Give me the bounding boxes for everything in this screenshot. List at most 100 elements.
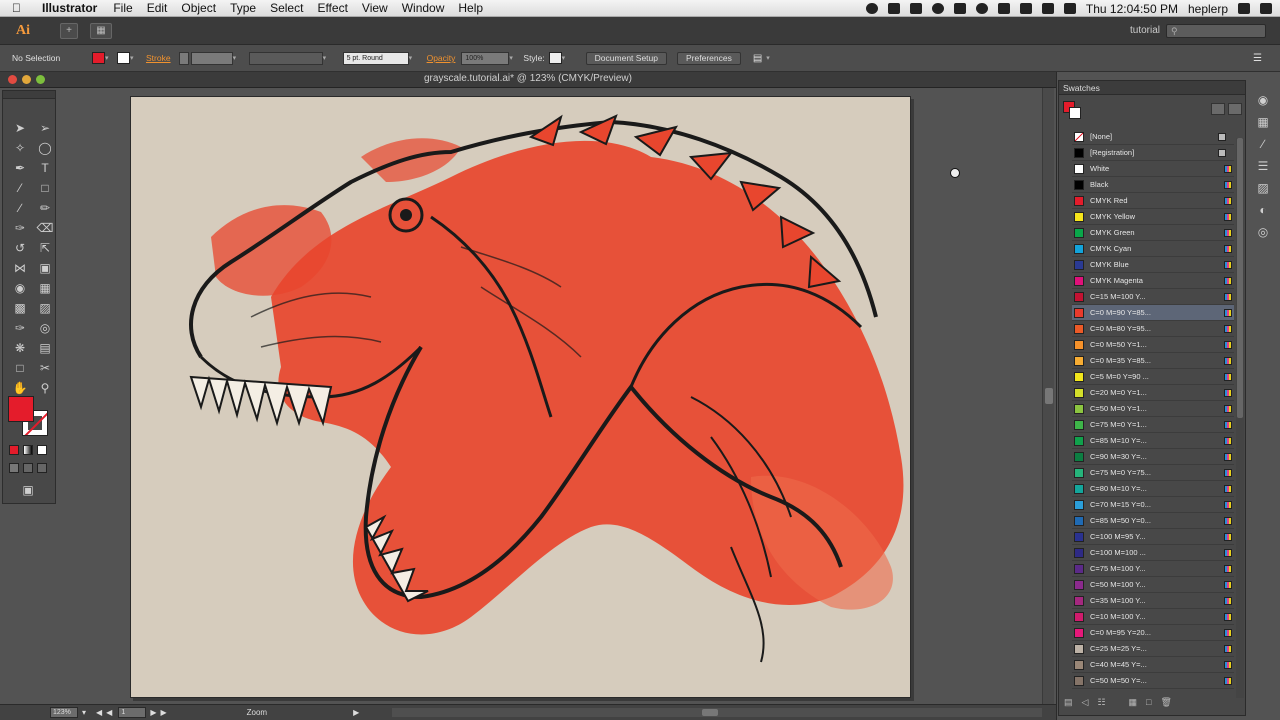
swatch-row[interactable]: C=35 M=100 Y... [1072,593,1234,609]
draw-normal-icon[interactable] [9,463,19,473]
user-name[interactable]: heplerp [1188,2,1228,16]
swatch-row[interactable]: C=100 M=100 ... [1072,545,1234,561]
artboard-number-field[interactable]: 1 [118,707,147,718]
battery-icon[interactable] [1063,3,1076,14]
lasso-tool-icon[interactable]: ◯ [34,139,56,158]
swatch-row[interactable]: C=50 M=100 Y... [1072,577,1234,593]
last-artboard-icon[interactable]: ▶ [160,708,166,717]
fill-dropdown-icon[interactable]: ▾ [105,54,113,62]
swatches-scrollbar[interactable] [1236,138,1244,698]
stroke-dropdown-icon[interactable]: ▾ [130,54,138,62]
list-view-button[interactable] [1211,103,1225,115]
zoom-level-field[interactable]: 123% [50,707,78,718]
fill-color-swatch[interactable] [92,52,105,64]
zoom-dropdown-icon[interactable]: ▾ [82,708,86,717]
scale-tool-icon[interactable]: ⇱ [34,239,56,258]
pen-tool-icon[interactable]: ✒ [9,159,31,178]
mesh-tool-icon[interactable]: ▩ [9,299,31,318]
rectangle-tool-icon[interactable]: □ [34,179,56,198]
color-guide-panel-icon[interactable]: ◎ [1255,224,1271,240]
gradient-mode-button[interactable] [23,445,33,455]
vertical-scroll-thumb[interactable] [1045,388,1053,404]
swatch-row[interactable]: C=0 M=35 Y=85... [1072,353,1234,369]
canvas-vertical-scrollbar[interactable] [1042,88,1054,704]
type-tool-icon[interactable]: T [34,159,56,178]
clock[interactable]: Thu 12:04:50 PM [1086,2,1178,16]
panel-stroke-swatch[interactable] [1069,107,1081,119]
menu-edit[interactable]: Edit [147,1,168,15]
swatch-row[interactable]: C=50 M=0 Y=1... [1072,401,1234,417]
swatch-row[interactable]: CMYK Red [1072,193,1234,209]
preferences-button[interactable]: Preferences [677,51,741,65]
swatch-row[interactable]: C=20 M=0 Y=1... [1072,385,1234,401]
eyedropper-tool-icon[interactable]: ✑ [9,319,31,338]
apple-icon[interactable]:  [12,1,28,15]
draw-inside-icon[interactable] [37,463,47,473]
spotlight-icon[interactable] [1238,3,1250,14]
free-transform-tool-icon[interactable]: ▣ [34,259,56,278]
wifi-icon[interactable] [1019,3,1032,14]
swatch-row[interactable]: Black [1072,177,1234,193]
shape-builder-tool-icon[interactable]: ◉ [9,279,31,298]
transparency-panel-icon[interactable]: ◐ [1255,202,1271,218]
dropbox-icon[interactable] [909,3,922,14]
rotate-tool-icon[interactable]: ↺ [9,239,31,258]
status-menu-icon[interactable]: ▶ [353,708,359,717]
swatch-row[interactable]: CMYK Magenta [1072,273,1234,289]
opacity-dropdown-icon[interactable]: ▾ [509,54,517,62]
swatch-row[interactable]: C=0 M=50 Y=1... [1072,337,1234,353]
blend-tool-icon[interactable]: ◎ [34,319,56,338]
swatch-row[interactable]: C=85 M=10 Y=... [1072,433,1234,449]
canvas-area[interactable] [58,88,1042,704]
stroke-color-swatch[interactable] [117,52,130,64]
display-icon[interactable] [953,3,966,14]
gradient-tool-icon[interactable]: ▨ [34,299,56,318]
volume-icon[interactable] [1041,3,1054,14]
app-menu[interactable]: Illustrator [42,1,97,15]
swatch-row[interactable]: C=80 M=10 Y=... [1072,481,1234,497]
eraser-tool-icon[interactable]: ⌫ [34,219,56,238]
swatch-row[interactable]: C=100 M=95 Y... [1072,529,1234,545]
brushes-panel-icon[interactable]: ∕ [1255,136,1271,152]
next-artboard-icon[interactable]: ▶ [150,708,156,717]
menu-effect[interactable]: Effect [317,1,347,15]
arrange-documents-button[interactable]: ▦ [90,22,112,39]
swatch-row[interactable]: C=40 M=45 Y=... [1072,657,1234,673]
swatch-row[interactable]: C=75 M=100 Y... [1072,561,1234,577]
swatch-row[interactable]: C=50 M=50 Y=... [1072,673,1234,689]
swatch-row[interactable]: C=5 M=0 Y=90 ... [1072,369,1234,385]
new-color-group-icon[interactable]: ▦ [1129,697,1138,708]
perspective-grid-tool-icon[interactable]: ▦ [34,279,56,298]
control-bar-menu-icon[interactable]: ☰ [1253,53,1262,64]
swatch-row[interactable]: C=0 M=95 Y=20... [1072,625,1234,641]
menu-view[interactable]: View [362,1,388,15]
swatch-options-icon[interactable]: ☷ [1097,697,1105,708]
swatch-row[interactable]: C=15 M=100 Y... [1072,289,1234,305]
sync-icon[interactable] [931,3,944,14]
document-setup-button[interactable]: Document Setup [585,51,667,65]
artboard-tool-icon[interactable]: □ [9,359,31,378]
swatch-row[interactable]: C=0 M=90 Y=85... [1072,305,1234,321]
menu-file[interactable]: File [113,1,132,15]
swatch-libraries-icon[interactable]: ▤ [1064,697,1073,708]
delete-swatch-icon[interactable]: 🗑 [1160,697,1171,708]
artboard[interactable] [130,96,911,698]
fill-swatch[interactable] [8,396,34,422]
swatch-row[interactable]: C=25 M=25 Y=... [1072,641,1234,657]
notification-center-icon[interactable] [1260,3,1272,14]
time-machine-icon[interactable] [975,3,988,14]
screen-mode-icon[interactable]: ▣ [17,481,39,500]
menu-help[interactable]: Help [458,1,483,15]
graphic-style-swatch[interactable] [548,52,562,64]
swatch-row[interactable]: CMYK Green [1072,225,1234,241]
menu-window[interactable]: Window [402,1,445,15]
brush-definition[interactable]: 5 pt. Round [342,51,409,65]
magic-wand-tool-icon[interactable]: ✧ [9,139,31,158]
canvas-horizontal-scrollbar[interactable] [392,708,1042,717]
swatches-tab[interactable]: Swatches [1059,81,1245,95]
previous-artboard-icon[interactable]: ◀ [106,708,112,717]
swatch-row[interactable]: C=90 M=30 Y=... [1072,449,1234,465]
swatch-row[interactable]: C=75 M=0 Y=1... [1072,417,1234,433]
swatches-scroll-thumb[interactable] [1237,138,1243,418]
variable-width-profile[interactable] [248,51,323,65]
